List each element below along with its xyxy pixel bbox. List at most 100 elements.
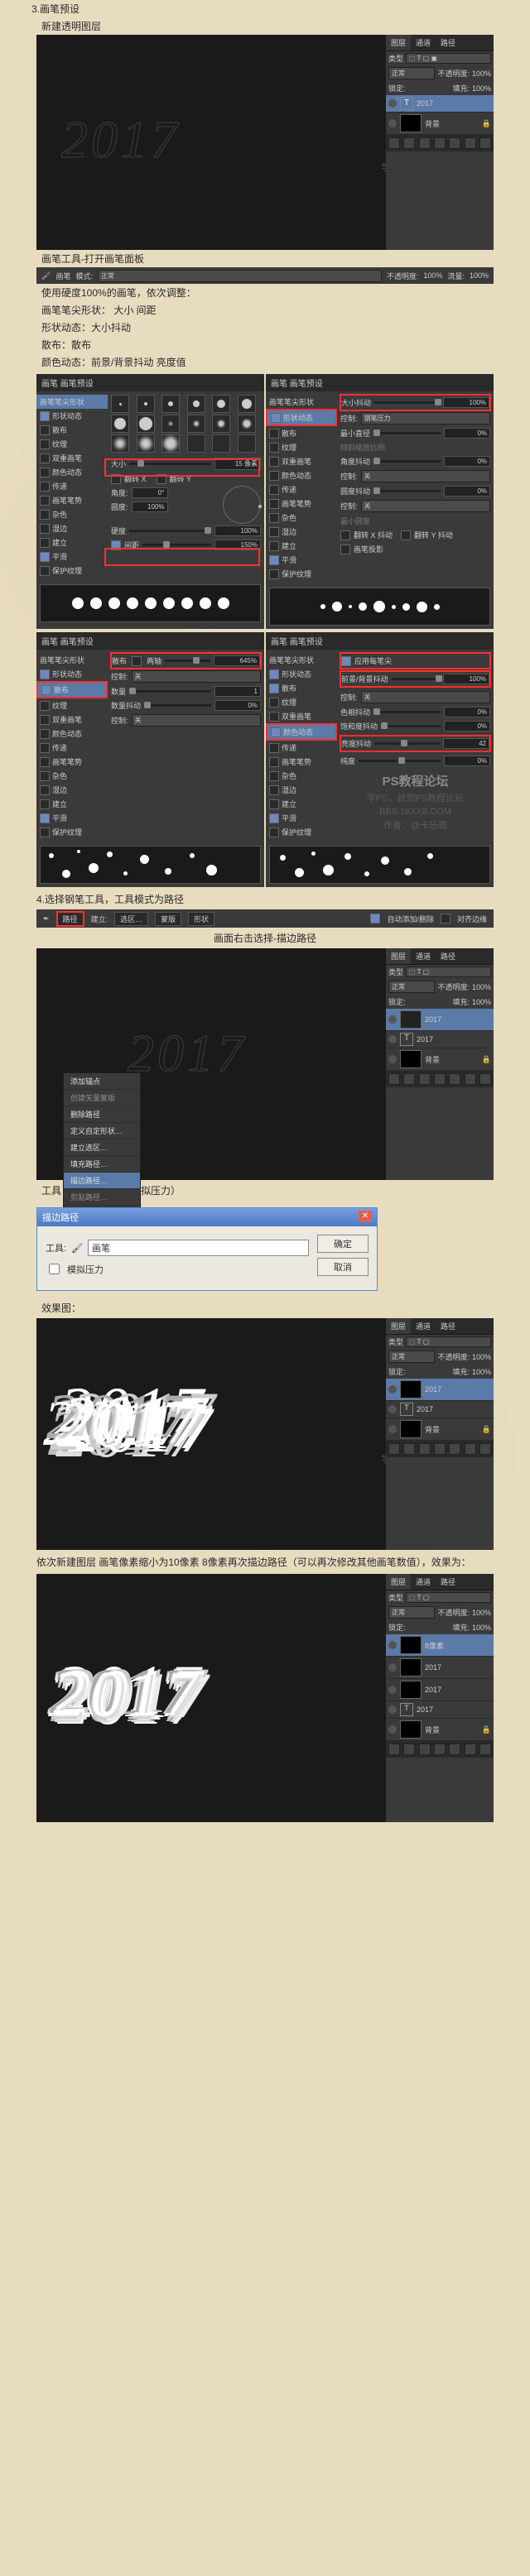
fgbg-jitter-value[interactable]: 100% [443,674,489,684]
size-jitter-slider[interactable] [374,401,440,404]
ob-shape-btn[interactable]: 形状 [188,912,214,926]
checkbox-icon[interactable] [40,496,50,506]
brush-icon: 🖌 [71,1243,83,1254]
scatter-label: 散布 [112,655,127,666]
spacing-slider[interactable] [142,544,211,546]
instr4: 散布：散布 [0,336,530,353]
eye-icon[interactable] [388,119,397,127]
ob-mask-btn[interactable]: 蒙版 [155,912,181,926]
brightness-jitter-value[interactable]: 42 [443,738,489,749]
checkbox-icon[interactable] [40,468,50,477]
layers-btn[interactable] [419,137,431,149]
layers-opacity-value[interactable]: 100% [472,70,491,78]
ctx-clip-path[interactable]: 剪贴路径… [64,1189,140,1206]
checkbox-icon[interactable] [441,914,450,923]
checkbox-icon[interactable] [40,566,50,576]
checkbox-icon[interactable] [370,914,380,923]
layers-tabs: 图层 通道 路径 [386,35,494,51]
instr3: 形状动态：大小抖动 [0,319,530,336]
brush-preview [40,584,261,622]
layers-kind-select[interactable]: ⬚ T ▢ ▣ [406,53,491,64]
chk-scatter[interactable]: 散布 [54,684,69,695]
checkbox-icon[interactable] [40,425,50,435]
checkbox-icon[interactable] [271,413,281,423]
step4-title: 4.选择钢笔工具，工具模式为路径 [0,889,530,909]
size-jitter-value[interactable]: 100% [443,397,489,408]
layer-row-2017[interactable]: T 2017 [386,95,494,113]
brush-panel-title: 画笔 画笔预设 [36,374,264,391]
canvas-text-2017: 2017 [61,109,181,170]
hardness-label: 硬度 [111,525,126,536]
tb-opacity-value[interactable]: 100% [423,271,442,280]
pen-mode-select[interactable]: 路径 [56,911,84,927]
ctx-create-vmask[interactable]: 创建矢量蒙版 [64,1090,140,1106]
ctx-delete-path[interactable]: 删除路径 [64,1106,140,1123]
ctx-make-selection[interactable]: 建立选区… [64,1139,140,1156]
chk-color-dynamics[interactable]: 颜色动态 [283,727,313,737]
control-select[interactable]: 钢笔压力 [361,412,490,425]
ctx-fill-path[interactable]: 填充路径… [64,1156,140,1173]
step3-sub: 新建透明图层 [0,17,530,35]
ctx-stroke-path[interactable]: 描边路径… [64,1173,140,1189]
layers-blend-select[interactable]: 正常 [388,67,435,79]
checkbox-icon[interactable] [40,411,50,421]
tb-flow-value[interactable]: 100% [470,271,489,280]
lock-icon: 🔒 [482,119,491,128]
brush-tip-grid[interactable] [111,395,261,453]
brush-tool-icon[interactable]: 🖌 [41,271,51,281]
screenshot-context-menu: 2017 添加锚点 创建矢量蒙版 删除路径 定义自定形状… 建立选区… 填充路径… [36,948,494,1180]
checkbox-icon[interactable] [40,439,50,449]
roundness-jitter-label: 圆度抖动 [340,486,370,496]
chk-tip-shape[interactable]: 画笔笔尖形状 [40,396,84,407]
simulate-pressure-checkbox[interactable] [49,1264,60,1274]
ok-button[interactable]: 确定 [317,1235,369,1253]
tb-mode-label: 模式: [75,271,93,281]
tb-mode-select[interactable]: 正常 [98,270,382,282]
roundness-value[interactable]: 100% [132,501,168,512]
scatter-value[interactable]: 645% [214,655,260,666]
tab-paths[interactable]: 路径 [436,35,460,50]
instr1: 使用硬度100%的画笔，依次调整： [0,284,530,301]
control-label: 控制: [340,413,358,424]
fgbg-jitter-label: 前景/背景抖动 [341,674,388,684]
checkbox-icon[interactable] [40,524,50,534]
angle-picker[interactable] [223,486,261,524]
layer-name-2017: 2017 [417,99,433,108]
layers-btn[interactable] [449,137,460,149]
checkbox-icon[interactable] [40,510,50,520]
count-label: 数量 [111,686,126,697]
brush-panel-color-dynamics: 画笔 画笔预设 画笔笔尖形状 形状动态 散布 纹理 双重画笔 颜色动态 传递 画… [266,632,494,887]
layers-btn[interactable] [465,137,476,149]
ob-align-label: 对齐边缘 [457,914,487,924]
layers-fill-value[interactable]: 100% [472,84,491,93]
layers-btn[interactable] [434,137,446,149]
layer-row-bg[interactable]: 背景 🔒 [386,113,494,135]
brush-panel-scatter: 画笔 画笔预设 画笔笔尖形状 形状动态 散布 纹理 双重画笔 颜色动态 传递 画… [36,632,264,887]
layers-bottom-buttons [386,135,494,151]
eye-icon[interactable] [388,99,397,108]
ob-selection-btn[interactable]: 选区… [114,912,148,926]
screenshot-result-1: 2017 PS教程论坛 学PS，就到PS教程论坛 BBS.16XX8.COM 作… [36,1318,494,1550]
hardness-slider[interactable] [129,530,211,532]
checkbox-icon[interactable] [40,552,50,562]
tab-channels[interactable]: 通道 [411,35,436,50]
close-icon[interactable]: ✕ [359,1211,372,1222]
layers-btn[interactable] [403,137,415,149]
tab-layers[interactable]: 图层 [386,35,411,50]
brush-panel-tip-shape: 画笔 画笔预设 画笔笔尖形状 形状动态 散布 纹理 双重画笔 颜色动态 传递 画… [36,374,264,629]
checkbox-icon[interactable] [40,482,50,492]
chk-shape-dynamics[interactable]: 形状动态 [283,412,313,423]
layers-btn[interactable] [388,137,400,149]
angle-value[interactable]: 0° [132,487,168,498]
hardness-value[interactable]: 100% [214,525,261,536]
ctx-add-anchor[interactable]: 添加锚点 [64,1073,140,1090]
pen-tool-icon[interactable]: ✒ [43,914,50,923]
ctx-define-shape[interactable]: 定义自定形状… [64,1123,140,1139]
layers-btn[interactable] [479,137,491,149]
cancel-button[interactable]: 取消 [317,1258,369,1276]
dialog-tool-select[interactable]: 画笔 [88,1240,309,1256]
layer-row[interactable]: 2017 [386,1009,494,1031]
checkbox-icon[interactable] [40,538,50,548]
layers-panel: 图层通道路径 类型⬚ T ▢ 正常不透明度:100% 锁定:填充:100% 20… [386,1318,494,1550]
checkbox-icon[interactable] [40,453,50,463]
